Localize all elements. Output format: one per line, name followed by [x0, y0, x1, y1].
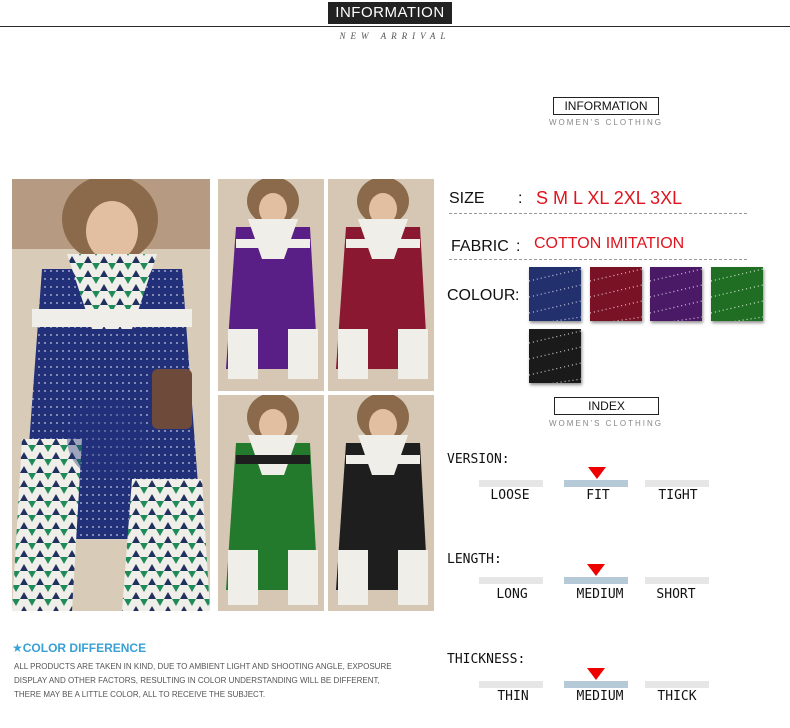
length-option-short: SHORT — [656, 587, 696, 602]
information-caption: WOMEN'S CLOTHING — [549, 118, 663, 127]
swatch-purple[interactable] — [649, 267, 703, 326]
length-indicator-icon — [587, 564, 605, 576]
swatch-blue[interactable] — [528, 267, 582, 326]
swatch-black[interactable] — [528, 329, 582, 388]
version-bar-loose — [479, 480, 543, 487]
length-option-medium: MEDIUM — [576, 587, 624, 602]
version-option-tight: TIGHT — [658, 488, 698, 503]
product-photo-purple — [218, 179, 324, 391]
note-line-3: THERE MAY BE A LITTLE COLOR, ALL TO RECE… — [14, 690, 266, 699]
thickness-bar-medium — [564, 681, 628, 688]
thickness-indicator-icon — [587, 668, 605, 680]
note-line-1: ALL PRODUCTS ARE TAKEN IN KIND, DUE TO A… — [14, 662, 392, 671]
information-title-box: INFORMATION — [553, 97, 659, 115]
thickness-bar-thick — [645, 681, 709, 688]
size-label: SIZE — [449, 190, 485, 207]
version-bar-fit — [564, 480, 628, 487]
size-separator: : — [518, 190, 523, 207]
thickness-label: THICKNESS: — [447, 652, 526, 667]
fabric-separator: : — [516, 238, 521, 255]
color-difference-title: ★COLOR DIFFERENCE — [12, 641, 147, 655]
swatch-red[interactable] — [589, 267, 643, 326]
version-bar-tight — [645, 480, 709, 487]
colour-label: COLOUR — [447, 287, 516, 304]
header-subtitle: NEW ARRIVAL — [339, 31, 451, 41]
index-caption: WOMEN'S CLOTHING — [549, 419, 663, 428]
length-bar-short — [645, 577, 709, 584]
thickness-option-thick: THICK — [657, 689, 697, 704]
size-divider — [449, 213, 747, 214]
thickness-option-thin: THIN — [497, 689, 529, 704]
main-product-photo — [12, 179, 210, 611]
swatch-green[interactable] — [710, 267, 764, 326]
length-label: LENGTH: — [447, 552, 502, 567]
index-title-box: INDEX — [554, 397, 659, 415]
header-title: INFORMATION — [328, 2, 452, 24]
version-label: VERSION: — [447, 452, 510, 467]
product-photo-red — [328, 179, 434, 391]
product-photo-black — [328, 395, 434, 611]
thickness-bar-thin — [479, 681, 543, 688]
note-line-2: DISPLAY AND OTHER FACTORS, RESULTING IN … — [14, 676, 380, 685]
colour-separator: : — [515, 287, 520, 304]
length-bar-long — [479, 577, 543, 584]
color-difference-note: ALL PRODUCTS ARE TAKEN IN KIND, DUE TO A… — [14, 660, 414, 702]
fabric-divider — [449, 259, 747, 260]
thickness-option-medium: MEDIUM — [576, 689, 624, 704]
version-option-fit: FIT — [586, 488, 610, 503]
length-option-long: LONG — [496, 587, 528, 602]
version-indicator-icon — [588, 467, 606, 479]
fabric-label: FABRIC — [451, 238, 509, 255]
version-option-loose: LOOSE — [490, 488, 530, 503]
top-divider — [0, 26, 790, 27]
product-photo-green — [218, 395, 324, 611]
size-value: S M L XL 2XL 3XL — [536, 188, 683, 208]
length-bar-medium — [564, 577, 628, 584]
fabric-value: COTTON IMITATION — [534, 235, 685, 252]
